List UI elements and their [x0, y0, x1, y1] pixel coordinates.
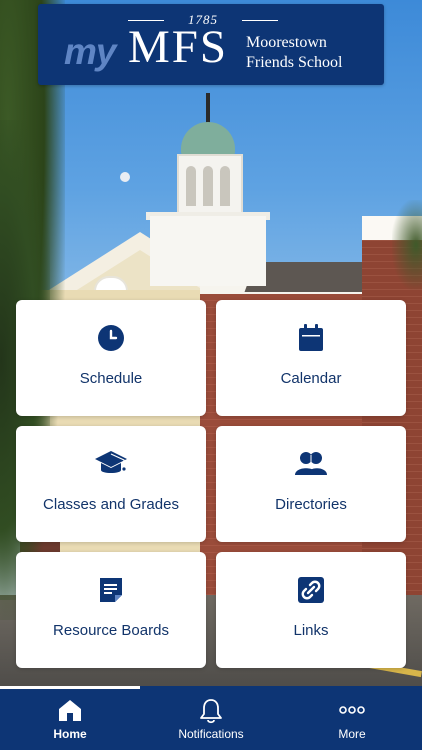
moon: [120, 172, 130, 182]
tab-label: Notifications: [178, 727, 244, 741]
active-tab-indicator: [0, 686, 140, 689]
logo-school-name-line1: Moorestown: [246, 34, 327, 51]
tile-links[interactable]: Links: [216, 552, 406, 668]
tab-label: More: [338, 727, 366, 741]
tile-label: Classes and Grades: [43, 496, 179, 513]
school-logo-banner: 1785 my MFS Moorestown Friends School: [38, 4, 384, 85]
tab-notifications[interactable]: Notifications: [141, 686, 281, 750]
bottom-tab-bar: Home Notifications More: [0, 686, 422, 750]
tile-directories[interactable]: Directories: [216, 426, 406, 542]
logo-brand-initials: MFS: [128, 21, 229, 73]
tile-resource-boards[interactable]: Resource Boards: [16, 552, 206, 668]
tile-schedule[interactable]: Schedule: [16, 300, 206, 416]
steeple: [150, 216, 266, 286]
more-icon: [282, 698, 422, 724]
tile-label: Directories: [275, 496, 347, 513]
bell-icon: [141, 698, 281, 724]
logo-brand-prefix: my: [64, 31, 116, 72]
note-icon: [16, 574, 206, 606]
tab-home[interactable]: Home: [0, 686, 140, 750]
home-icon: [0, 698, 140, 724]
clock-icon: [16, 322, 206, 354]
tile-label: Calendar: [280, 370, 342, 387]
logo-school-name: Moorestown Friends School: [246, 33, 342, 73]
link-icon: [216, 574, 406, 606]
people-icon: [216, 448, 406, 480]
tile-calendar[interactable]: Calendar: [216, 300, 406, 416]
calendar-icon: [216, 322, 406, 354]
tile-label: Resource Boards: [53, 622, 169, 639]
tab-more[interactable]: More: [282, 686, 422, 750]
tile-classes-and-grades[interactable]: Classes and Grades: [16, 426, 206, 542]
tab-label: Home: [53, 727, 87, 741]
tile-label: Schedule: [79, 370, 143, 387]
graduation-cap-icon: [16, 448, 206, 480]
tile-label: Links: [293, 622, 329, 639]
logo-school-name-line2: Friends School: [246, 54, 343, 71]
